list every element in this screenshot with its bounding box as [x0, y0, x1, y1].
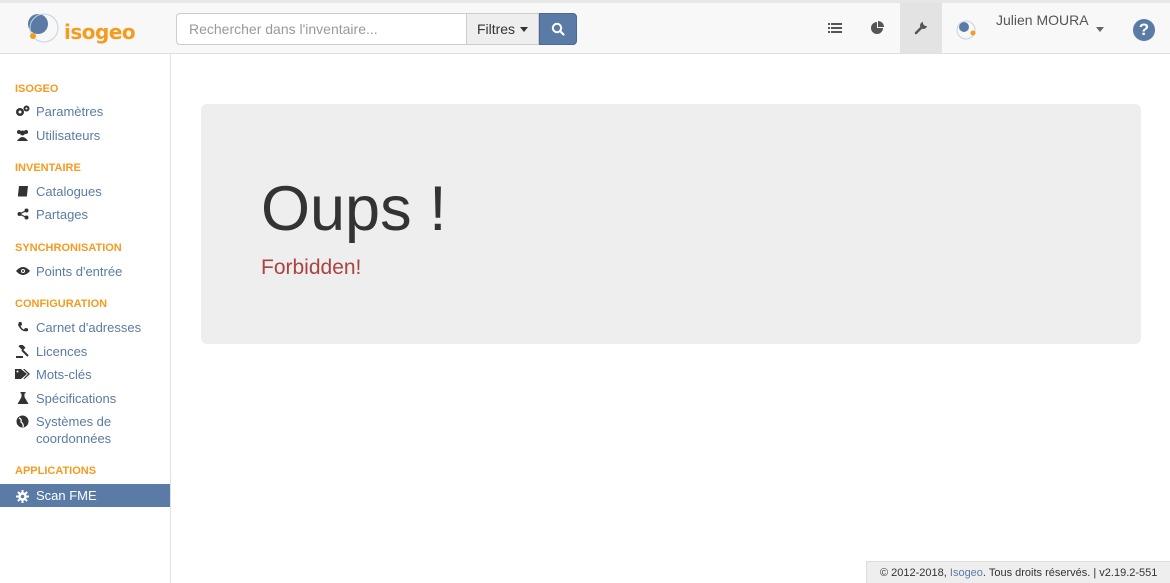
error-panel: Oups ! Forbidden! — [201, 104, 1141, 344]
users-icon — [15, 128, 30, 142]
sidebar-item-label: Points d'entrée — [36, 264, 123, 279]
nav-list-button[interactable] — [815, 3, 855, 53]
sidebar-item-label: Scan FME — [36, 488, 97, 503]
sidebar: ISOGEO Paramètres Utilisateurs INVENTAIR… — [0, 54, 171, 583]
sidebar-item-label: Catalogues — [36, 184, 102, 199]
help-icon[interactable]: ? — [1133, 19, 1155, 41]
nav-stats-button[interactable] — [857, 3, 897, 53]
filters-button[interactable]: Filtres — [466, 13, 539, 45]
sidebar-item-scan-fme[interactable]: Scan FME — [0, 484, 170, 507]
sidebar-item-catalogues[interactable]: Catalogues — [0, 183, 170, 200]
section-title-applications: APPLICATIONS — [15, 465, 97, 477]
share-icon — [15, 207, 30, 221]
book-icon — [15, 184, 30, 198]
nav-admin-button[interactable] — [900, 3, 942, 53]
caret-down-icon — [520, 26, 529, 32]
section-title-configuration: CONFIGURATION — [15, 298, 108, 310]
isogeo-logo[interactable]: isogeo — [24, 6, 136, 52]
globe-icon — [15, 414, 30, 428]
gears-icon — [15, 104, 30, 118]
sidebar-item-parametres[interactable]: Paramètres — [0, 103, 170, 120]
search-icon — [551, 22, 565, 36]
sidebar-item-systemes-coordonnees[interactable]: Systèmes de coordonnées — [0, 413, 160, 447]
sidebar-item-label: Utilisateurs — [36, 128, 101, 143]
section-title-isogeo: ISOGEO — [15, 83, 59, 95]
user-menu-caret-icon[interactable] — [1096, 27, 1104, 32]
error-message: Forbidden! — [261, 256, 362, 279]
tags-icon — [15, 367, 30, 381]
error-title: Oups ! — [261, 174, 447, 244]
sidebar-item-utilisateurs[interactable]: Utilisateurs — [0, 127, 170, 144]
search-bar: Filtres — [176, 13, 577, 47]
filters-label: Filtres — [476, 21, 516, 37]
footer-copyright: © 2012-2018, — [880, 567, 947, 579]
footer-isogeo-link[interactable]: Isogeo — [950, 567, 983, 579]
gavel-icon — [15, 344, 30, 358]
sidebar-item-label: Mots-clés — [36, 367, 92, 382]
section-title-inventaire: INVENTAIRE — [15, 162, 81, 174]
sidebar-item-carnet-adresses[interactable]: Carnet d'adresses — [0, 319, 170, 336]
sidebar-item-points-entree[interactable]: Points d'entrée — [0, 263, 170, 280]
list-icon — [828, 23, 842, 33]
footer-rights: . Tous droits réservés. | v2.19.2-551 — [982, 567, 1158, 579]
phone-icon — [15, 320, 30, 334]
pie-chart-icon — [871, 21, 884, 34]
sidebar-item-label: Paramètres — [36, 104, 104, 119]
sidebar-item-label: Licences — [36, 344, 88, 359]
sidebar-item-label: Partages — [36, 207, 89, 222]
logo-text: isogeo — [64, 20, 136, 44]
sidebar-item-label: Systèmes de coordonnées — [36, 414, 112, 446]
wrench-icon — [914, 22, 927, 35]
footer: © 2012-2018, Isogeo. Tous droits réservé… — [866, 561, 1170, 583]
top-navbar: isogeo Filtres — [0, 0, 1170, 54]
sidebar-item-specifications[interactable]: Spécifications — [0, 390, 170, 407]
user-name[interactable]: Julien MOURA — [996, 12, 1089, 28]
sidebar-item-partages[interactable]: Partages — [0, 206, 170, 223]
search-button[interactable] — [539, 13, 577, 45]
section-title-synchronisation: SYNCHRONISATION — [15, 242, 122, 254]
flask-icon — [15, 391, 30, 405]
sidebar-item-mots-cles[interactable]: Mots-clés — [0, 366, 170, 383]
gear-icon — [15, 489, 30, 503]
search-input[interactable] — [176, 13, 466, 45]
sidebar-item-label: Carnet d'adresses — [36, 320, 142, 335]
eye-icon — [15, 264, 30, 278]
sidebar-item-licences[interactable]: Licences — [0, 343, 170, 360]
sidebar-item-label: Spécifications — [36, 391, 117, 406]
user-avatar[interactable] — [956, 18, 980, 42]
